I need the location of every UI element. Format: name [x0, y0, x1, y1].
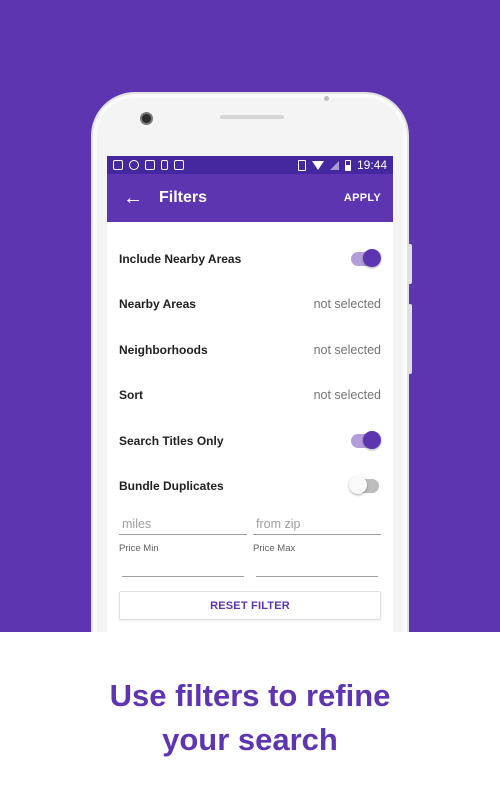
front-camera	[140, 112, 153, 125]
sort-value: not selected	[313, 388, 381, 403]
neighborhoods-row[interactable]: Neighborhoods not selected	[119, 327, 381, 373]
arrow-left-icon[interactable]: ←	[123, 188, 147, 208]
price-min-label: Price Min	[119, 543, 159, 554]
zip-field-group: Price Max	[253, 515, 381, 577]
promo-line-2: your search	[162, 722, 338, 757]
app-bar: ← Filters APPLY	[107, 174, 393, 222]
miles-input[interactable]	[119, 515, 247, 535]
miles-field-group: Price Min	[119, 515, 247, 577]
toggle-knob	[363, 248, 381, 267]
signal-icon	[329, 160, 339, 170]
page-title: Filters	[159, 189, 208, 206]
phone-frame: 19:44 ← Filters APPLY Include Nearby Are…	[91, 92, 412, 632]
include-nearby-label: Include Nearby Areas	[119, 251, 242, 266]
vpn-icon	[145, 160, 155, 170]
range-inputs: Price Min Price Max	[119, 515, 381, 577]
nearby-areas-value: not selected	[313, 297, 381, 312]
volume-button	[408, 304, 412, 374]
proximity-sensor	[324, 96, 329, 101]
status-bar: 19:44	[107, 156, 393, 174]
sort-label: Sort	[119, 388, 143, 403]
toggle-knob	[349, 476, 367, 495]
vibrate-icon	[297, 159, 306, 171]
promo-line-1: Use filters to refine	[109, 678, 391, 713]
apply-button[interactable]: APPLY	[344, 192, 381, 204]
zip-input[interactable]	[253, 515, 381, 535]
phone-icon	[161, 160, 168, 170]
battery-icon	[344, 159, 351, 171]
toggle-knob	[363, 430, 381, 449]
image-icon	[113, 160, 123, 170]
include-nearby-row[interactable]: Include Nearby Areas	[119, 236, 381, 282]
include-nearby-toggle[interactable]	[351, 248, 381, 267]
promo-caption: Use filters to refine your search	[0, 674, 500, 762]
price-max-input[interactable]	[256, 554, 378, 577]
bundle-duplicates-label: Bundle Duplicates	[119, 479, 224, 494]
status-time: 19:44	[356, 158, 387, 172]
search-titles-toggle[interactable]	[351, 430, 381, 449]
price-max-label: Price Max	[253, 543, 296, 554]
earpiece-speaker	[220, 115, 284, 119]
bundle-duplicates-row[interactable]: Bundle Duplicates	[119, 464, 381, 510]
block-icon	[129, 160, 139, 170]
price-min-input[interactable]	[122, 554, 244, 577]
app-screen: 19:44 ← Filters APPLY Include Nearby Are…	[107, 156, 393, 632]
purple-background: 19:44 ← Filters APPLY Include Nearby Are…	[0, 0, 500, 632]
search-titles-row[interactable]: Search Titles Only	[119, 418, 381, 464]
wifi-icon	[311, 160, 324, 170]
sort-row[interactable]: Sort not selected	[119, 373, 381, 419]
nearby-areas-label: Nearby Areas	[119, 297, 196, 312]
neighborhoods-label: Neighborhoods	[119, 342, 208, 357]
close-box-icon	[174, 160, 184, 170]
filter-list: Include Nearby Areas Nearby Areas not se…	[107, 236, 393, 620]
power-button	[408, 244, 412, 284]
neighborhoods-value: not selected	[313, 342, 381, 357]
nearby-areas-row[interactable]: Nearby Areas not selected	[119, 282, 381, 328]
reset-filter-button[interactable]: RESET FILTER	[119, 591, 381, 620]
bundle-duplicates-toggle[interactable]	[349, 476, 379, 495]
search-titles-label: Search Titles Only	[119, 433, 224, 448]
